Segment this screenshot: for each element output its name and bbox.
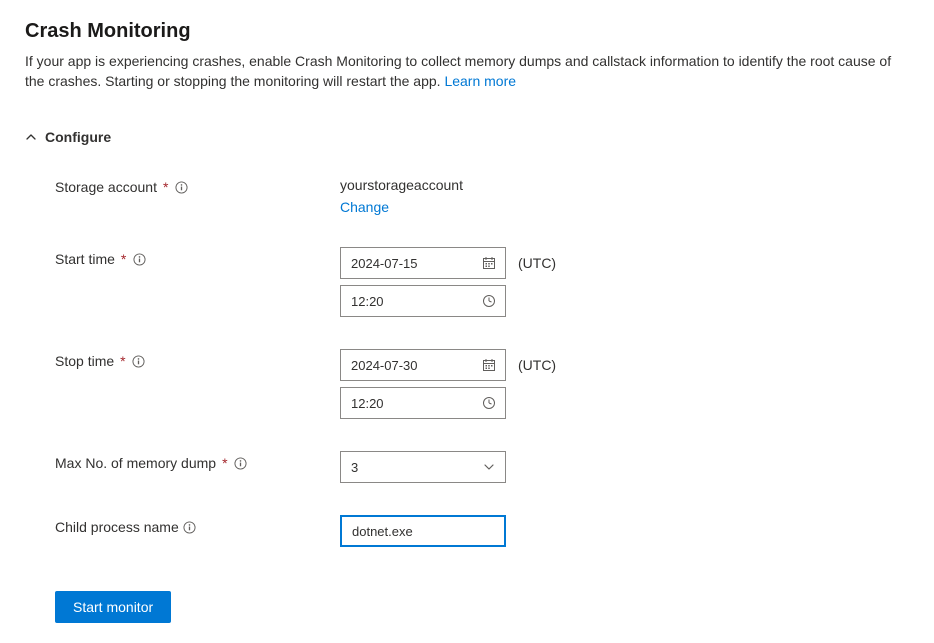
start-time-label: Start time <box>55 251 115 267</box>
child-process-label: Child process name <box>55 519 179 535</box>
max-dump-row: Max No. of memory dump * 3 <box>55 451 909 483</box>
page-description: If your app is experiencing crashes, ena… <box>25 51 905 91</box>
change-storage-link[interactable]: Change <box>340 199 463 215</box>
storage-account-value: yourstorageaccount <box>340 175 463 193</box>
configure-section-header[interactable]: Configure <box>25 129 909 145</box>
page-title: Crash Monitoring <box>25 20 909 43</box>
chevron-up-icon <box>25 131 37 143</box>
start-date-input-wrap <box>340 247 506 279</box>
storage-account-label: Storage account <box>55 179 157 195</box>
stop-time-input-wrap <box>340 387 506 419</box>
child-process-input[interactable] <box>342 517 504 545</box>
info-icon[interactable] <box>183 520 197 534</box>
required-marker: * <box>222 455 227 471</box>
start-time-row: Start time * (UTC) <box>55 247 909 317</box>
start-monitor-button[interactable]: Start monitor <box>55 591 171 623</box>
max-dump-value: 3 <box>341 460 368 475</box>
start-tz-label: (UTC) <box>518 255 556 271</box>
max-dump-select[interactable]: 3 <box>340 451 506 483</box>
learn-more-link[interactable]: Learn more <box>444 73 516 89</box>
info-icon[interactable] <box>132 354 146 368</box>
storage-account-row: Storage account * yourstorageaccount Cha… <box>55 175 909 215</box>
start-time-input-wrap <box>340 285 506 317</box>
max-dump-label: Max No. of memory dump <box>55 455 216 471</box>
info-icon[interactable] <box>132 252 146 266</box>
stop-time-label: Stop time <box>55 353 114 369</box>
info-icon[interactable] <box>174 180 188 194</box>
stop-date-input-wrap <box>340 349 506 381</box>
required-marker: * <box>121 251 126 267</box>
chevron-down-icon <box>483 461 495 473</box>
child-process-row: Child process name <box>55 515 909 547</box>
calendar-icon[interactable] <box>481 357 497 373</box>
required-marker: * <box>163 179 168 195</box>
stop-tz-label: (UTC) <box>518 357 556 373</box>
clock-icon[interactable] <box>481 395 497 411</box>
configure-section-title: Configure <box>45 129 111 145</box>
stop-time-row: Stop time * (UTC) <box>55 349 909 419</box>
child-process-input-wrap <box>340 515 506 547</box>
info-icon[interactable] <box>234 456 248 470</box>
calendar-icon[interactable] <box>481 255 497 271</box>
required-marker: * <box>120 353 125 369</box>
clock-icon[interactable] <box>481 293 497 309</box>
